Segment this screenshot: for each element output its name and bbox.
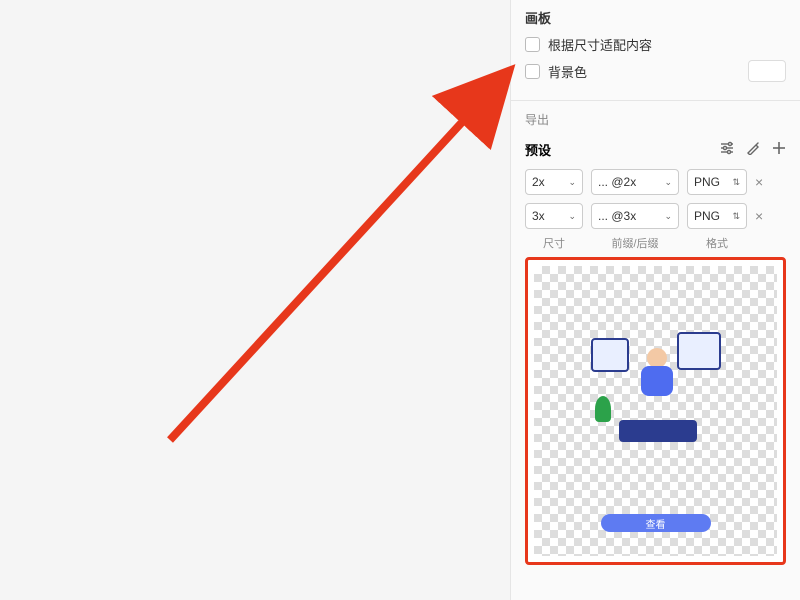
suffix-select[interactable]: ... @2x⌄ [591, 169, 679, 195]
preset-row: 2x⌄ ... @2x⌄ PNG⇅ × [511, 165, 800, 199]
sliders-icon[interactable] [720, 141, 734, 158]
format-select[interactable]: PNG⇅ [687, 203, 747, 229]
scale-select[interactable]: 2x⌄ [525, 169, 583, 195]
background-color-checkbox[interactable] [525, 64, 540, 79]
preview-illustration [591, 332, 721, 442]
export-section-label: 导出 [511, 105, 800, 134]
knife-icon[interactable] [746, 141, 760, 158]
remove-preset-button[interactable]: × [755, 208, 763, 224]
chevron-down-icon: ⌄ [664, 211, 672, 222]
fit-content-checkbox[interactable] [525, 37, 540, 52]
add-preset-icon[interactable] [772, 141, 786, 158]
divider [511, 100, 800, 101]
inspector-panel: 画板 根据尺寸适配内容 背景色 导出 预设 2x⌄ ... @2x⌄ [510, 0, 800, 600]
updown-icon: ⇅ [732, 177, 740, 188]
chevron-down-icon: ⌄ [568, 211, 576, 222]
col-format: 格式 [687, 235, 747, 251]
fit-content-row[interactable]: 根据尺寸适配内容 [525, 35, 786, 54]
updown-icon: ⇅ [732, 211, 740, 222]
background-color-swatch[interactable] [748, 60, 786, 82]
col-size: 尺寸 [525, 235, 583, 251]
canvas-area[interactable] [0, 0, 510, 600]
preview-artboard[interactable]: 查看 [581, 270, 731, 550]
preset-column-headers: 尺寸 前缀/后缀 格式 [511, 233, 800, 253]
preview-cta-button: 查看 [601, 514, 711, 532]
chevron-down-icon: ⌄ [568, 177, 576, 188]
presets-header: 预设 [511, 134, 800, 165]
scale-select[interactable]: 3x⌄ [525, 203, 583, 229]
suffix-select[interactable]: ... @3x⌄ [591, 203, 679, 229]
fit-content-label: 根据尺寸适配内容 [548, 35, 652, 54]
col-suffix: 前缀/后缀 [591, 235, 679, 251]
presets-title: 预设 [525, 140, 551, 159]
preset-row: 3x⌄ ... @3x⌄ PNG⇅ × [511, 199, 800, 233]
export-preview-highlight: 查看 [525, 257, 786, 565]
chevron-down-icon: ⌄ [664, 177, 672, 188]
artboard-section-title: 画板 [525, 8, 786, 27]
background-color-label: 背景色 [548, 62, 587, 81]
presets-actions [720, 141, 786, 158]
background-color-row[interactable]: 背景色 [525, 60, 786, 82]
artboard-section: 画板 根据尺寸适配内容 背景色 [511, 0, 800, 96]
remove-preset-button[interactable]: × [755, 174, 763, 190]
format-select[interactable]: PNG⇅ [687, 169, 747, 195]
